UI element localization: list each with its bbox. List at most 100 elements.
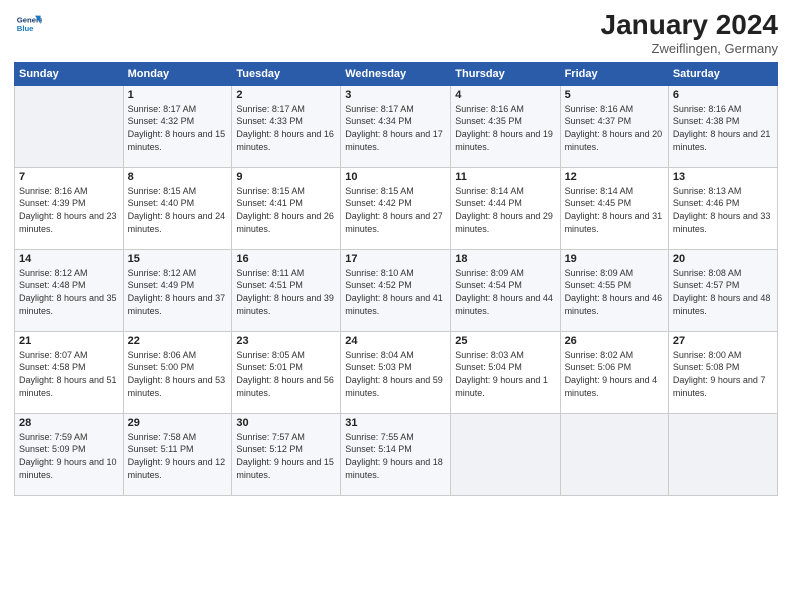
sunset-text: Sunset: 4:44 PM bbox=[455, 197, 555, 210]
day-number: 28 bbox=[19, 417, 119, 429]
sunrise-text: Sunrise: 8:12 AM bbox=[128, 267, 228, 280]
day-info: Sunrise: 8:17 AM Sunset: 4:33 PM Dayligh… bbox=[236, 103, 336, 153]
day-info: Sunrise: 8:10 AM Sunset: 4:52 PM Dayligh… bbox=[345, 267, 446, 317]
sunset-text: Sunset: 4:38 PM bbox=[673, 115, 773, 128]
calendar-cell bbox=[451, 413, 560, 495]
sunrise-text: Sunrise: 8:04 AM bbox=[345, 349, 446, 362]
day-info: Sunrise: 8:12 AM Sunset: 4:49 PM Dayligh… bbox=[128, 267, 228, 317]
day-info: Sunrise: 8:13 AM Sunset: 4:46 PM Dayligh… bbox=[673, 185, 773, 235]
day-info: Sunrise: 8:07 AM Sunset: 4:58 PM Dayligh… bbox=[19, 349, 119, 399]
day-info: Sunrise: 8:16 AM Sunset: 4:38 PM Dayligh… bbox=[673, 103, 773, 153]
sunrise-text: Sunrise: 8:15 AM bbox=[236, 185, 336, 198]
sunset-text: Sunset: 4:58 PM bbox=[19, 361, 119, 374]
day-number: 20 bbox=[673, 253, 773, 265]
sunset-text: Sunset: 4:57 PM bbox=[673, 279, 773, 292]
sunrise-text: Sunrise: 8:05 AM bbox=[236, 349, 336, 362]
sunrise-text: Sunrise: 8:09 AM bbox=[455, 267, 555, 280]
daylight-text: Daylight: 9 hours and 7 minutes. bbox=[673, 374, 773, 399]
day-number: 30 bbox=[236, 417, 336, 429]
daylight-text: Daylight: 8 hours and 59 minutes. bbox=[345, 374, 446, 399]
sunrise-text: Sunrise: 8:16 AM bbox=[19, 185, 119, 198]
title-block: January 2024 Zweiflingen, Germany bbox=[601, 10, 778, 56]
day-number: 16 bbox=[236, 253, 336, 265]
calendar-cell: 5 Sunrise: 8:16 AM Sunset: 4:37 PM Dayli… bbox=[560, 85, 668, 167]
day-info: Sunrise: 8:14 AM Sunset: 4:45 PM Dayligh… bbox=[565, 185, 664, 235]
daylight-text: Daylight: 8 hours and 26 minutes. bbox=[236, 210, 336, 235]
calendar-cell: 29 Sunrise: 7:58 AM Sunset: 5:11 PM Dayl… bbox=[123, 413, 232, 495]
calendar-cell: 8 Sunrise: 8:15 AM Sunset: 4:40 PM Dayli… bbox=[123, 167, 232, 249]
sunrise-text: Sunrise: 8:17 AM bbox=[236, 103, 336, 116]
calendar-cell: 19 Sunrise: 8:09 AM Sunset: 4:55 PM Dayl… bbox=[560, 249, 668, 331]
week-row-3: 14 Sunrise: 8:12 AM Sunset: 4:48 PM Dayl… bbox=[15, 249, 778, 331]
calendar-cell: 3 Sunrise: 8:17 AM Sunset: 4:34 PM Dayli… bbox=[341, 85, 451, 167]
calendar-cell: 7 Sunrise: 8:16 AM Sunset: 4:39 PM Dayli… bbox=[15, 167, 124, 249]
sunrise-text: Sunrise: 8:16 AM bbox=[673, 103, 773, 116]
day-number: 10 bbox=[345, 171, 446, 183]
day-number: 7 bbox=[19, 171, 119, 183]
sunrise-text: Sunrise: 8:15 AM bbox=[128, 185, 228, 198]
day-number: 17 bbox=[345, 253, 446, 265]
calendar-cell: 30 Sunrise: 7:57 AM Sunset: 5:12 PM Dayl… bbox=[232, 413, 341, 495]
daylight-text: Daylight: 8 hours and 16 minutes. bbox=[236, 128, 336, 153]
sunset-text: Sunset: 4:48 PM bbox=[19, 279, 119, 292]
daylight-text: Daylight: 8 hours and 19 minutes. bbox=[455, 128, 555, 153]
calendar-cell: 23 Sunrise: 8:05 AM Sunset: 5:01 PM Dayl… bbox=[232, 331, 341, 413]
daylight-text: Daylight: 8 hours and 17 minutes. bbox=[345, 128, 446, 153]
daylight-text: Daylight: 8 hours and 15 minutes. bbox=[128, 128, 228, 153]
calendar-cell: 18 Sunrise: 8:09 AM Sunset: 4:54 PM Dayl… bbox=[451, 249, 560, 331]
day-number: 21 bbox=[19, 335, 119, 347]
day-info: Sunrise: 8:17 AM Sunset: 4:34 PM Dayligh… bbox=[345, 103, 446, 153]
col-sunday: Sunday bbox=[15, 62, 124, 85]
day-number: 5 bbox=[565, 89, 664, 101]
day-info: Sunrise: 8:04 AM Sunset: 5:03 PM Dayligh… bbox=[345, 349, 446, 399]
sunrise-text: Sunrise: 7:55 AM bbox=[345, 431, 446, 444]
col-friday: Friday bbox=[560, 62, 668, 85]
col-tuesday: Tuesday bbox=[232, 62, 341, 85]
sunset-text: Sunset: 4:55 PM bbox=[565, 279, 664, 292]
calendar-cell: 14 Sunrise: 8:12 AM Sunset: 4:48 PM Dayl… bbox=[15, 249, 124, 331]
header: General Blue January 2024 Zweiflingen, G… bbox=[14, 10, 778, 56]
sunrise-text: Sunrise: 8:07 AM bbox=[19, 349, 119, 362]
day-number: 6 bbox=[673, 89, 773, 101]
daylight-text: Daylight: 8 hours and 23 minutes. bbox=[19, 210, 119, 235]
daylight-text: Daylight: 8 hours and 46 minutes. bbox=[565, 292, 664, 317]
daylight-text: Daylight: 8 hours and 33 minutes. bbox=[673, 210, 773, 235]
day-info: Sunrise: 8:06 AM Sunset: 5:00 PM Dayligh… bbox=[128, 349, 228, 399]
daylight-text: Daylight: 8 hours and 37 minutes. bbox=[128, 292, 228, 317]
sunrise-text: Sunrise: 8:16 AM bbox=[455, 103, 555, 116]
sunrise-text: Sunrise: 8:11 AM bbox=[236, 267, 336, 280]
sunrise-text: Sunrise: 8:14 AM bbox=[455, 185, 555, 198]
daylight-text: Daylight: 8 hours and 53 minutes. bbox=[128, 374, 228, 399]
main-title: January 2024 bbox=[601, 10, 778, 41]
week-row-4: 21 Sunrise: 8:07 AM Sunset: 4:58 PM Dayl… bbox=[15, 331, 778, 413]
calendar-cell bbox=[560, 413, 668, 495]
sunset-text: Sunset: 4:39 PM bbox=[19, 197, 119, 210]
sunset-text: Sunset: 5:01 PM bbox=[236, 361, 336, 374]
day-number: 31 bbox=[345, 417, 446, 429]
calendar-cell: 25 Sunrise: 8:03 AM Sunset: 5:04 PM Dayl… bbox=[451, 331, 560, 413]
daylight-text: Daylight: 9 hours and 12 minutes. bbox=[128, 456, 228, 481]
sunset-text: Sunset: 5:09 PM bbox=[19, 443, 119, 456]
calendar-cell: 1 Sunrise: 8:17 AM Sunset: 4:32 PM Dayli… bbox=[123, 85, 232, 167]
day-number: 27 bbox=[673, 335, 773, 347]
day-number: 14 bbox=[19, 253, 119, 265]
calendar-cell: 12 Sunrise: 8:14 AM Sunset: 4:45 PM Dayl… bbox=[560, 167, 668, 249]
day-info: Sunrise: 8:09 AM Sunset: 4:55 PM Dayligh… bbox=[565, 267, 664, 317]
day-info: Sunrise: 7:59 AM Sunset: 5:09 PM Dayligh… bbox=[19, 431, 119, 481]
sunrise-text: Sunrise: 8:02 AM bbox=[565, 349, 664, 362]
day-info: Sunrise: 8:16 AM Sunset: 4:35 PM Dayligh… bbox=[455, 103, 555, 153]
calendar-cell: 11 Sunrise: 8:14 AM Sunset: 4:44 PM Dayl… bbox=[451, 167, 560, 249]
sunset-text: Sunset: 4:46 PM bbox=[673, 197, 773, 210]
day-number: 13 bbox=[673, 171, 773, 183]
sunrise-text: Sunrise: 8:13 AM bbox=[673, 185, 773, 198]
daylight-text: Daylight: 9 hours and 10 minutes. bbox=[19, 456, 119, 481]
calendar-cell: 17 Sunrise: 8:10 AM Sunset: 4:52 PM Dayl… bbox=[341, 249, 451, 331]
day-info: Sunrise: 8:12 AM Sunset: 4:48 PM Dayligh… bbox=[19, 267, 119, 317]
day-number: 26 bbox=[565, 335, 664, 347]
sunset-text: Sunset: 5:11 PM bbox=[128, 443, 228, 456]
day-info: Sunrise: 8:14 AM Sunset: 4:44 PM Dayligh… bbox=[455, 185, 555, 235]
calendar-cell bbox=[15, 85, 124, 167]
week-row-2: 7 Sunrise: 8:16 AM Sunset: 4:39 PM Dayli… bbox=[15, 167, 778, 249]
calendar-cell: 28 Sunrise: 7:59 AM Sunset: 5:09 PM Dayl… bbox=[15, 413, 124, 495]
daylight-text: Daylight: 8 hours and 27 minutes. bbox=[345, 210, 446, 235]
